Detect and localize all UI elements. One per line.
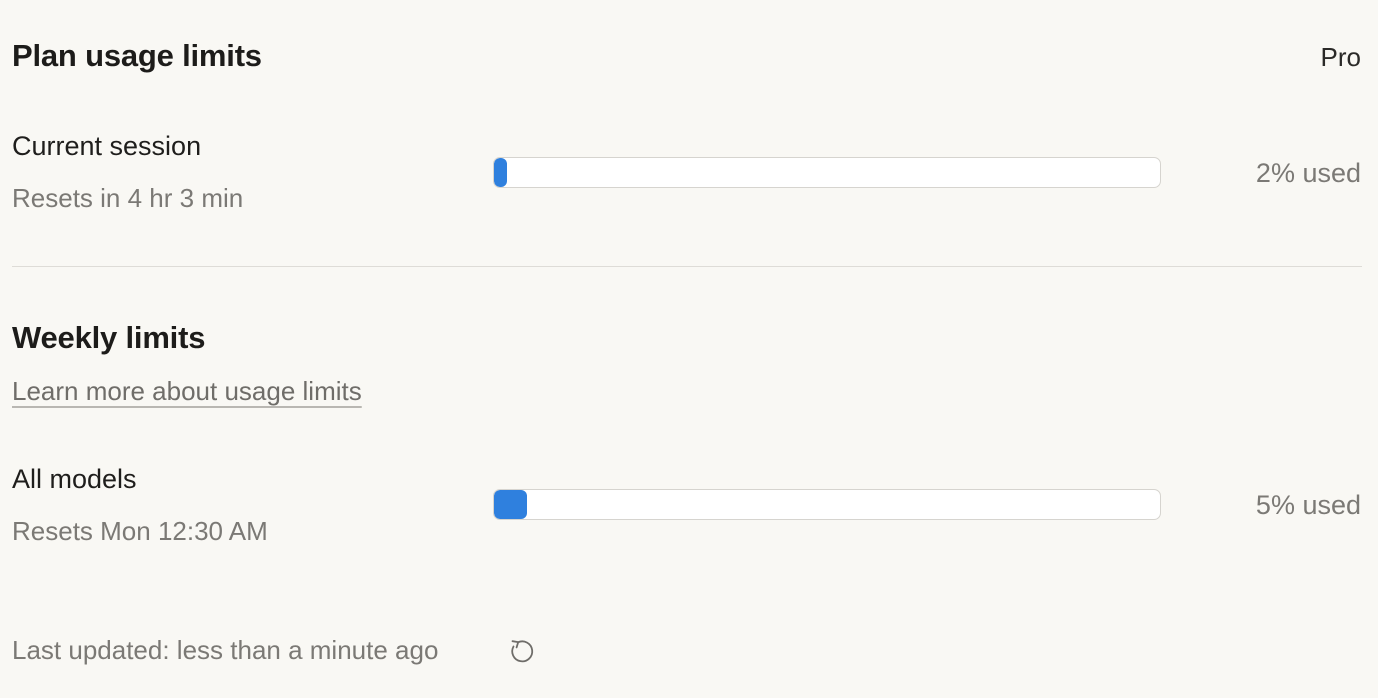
usage-limits-page: Plan usage limits Pro Current session Re… <box>0 0 1378 698</box>
last-updated-text: Last updated: less than a minute ago <box>12 635 439 665</box>
plan-usage-title: Plan usage limits <box>12 38 262 73</box>
weekly-limits-title: Weekly limits <box>12 320 206 355</box>
all-models-label: All models <box>12 464 137 494</box>
refresh-icon <box>511 640 534 663</box>
current-session-label: Current session <box>12 131 202 161</box>
section-divider <box>12 266 1362 267</box>
refresh-button[interactable] <box>507 637 535 670</box>
current-session-progress-fill <box>494 158 508 187</box>
current-session-used: 2% used <box>1255 158 1361 188</box>
current-session-reset: Resets in 4 hr 3 min <box>12 183 244 213</box>
plan-badge: Pro <box>1320 42 1361 72</box>
learn-more-link[interactable]: Learn more about usage limits <box>12 376 362 407</box>
all-models-used: 5% used <box>1255 490 1361 520</box>
all-models-reset: Resets Mon 12:30 AM <box>12 516 268 546</box>
current-session-progress-bar <box>493 157 1161 188</box>
all-models-progress-fill <box>494 490 528 519</box>
all-models-progress-bar <box>493 489 1161 520</box>
